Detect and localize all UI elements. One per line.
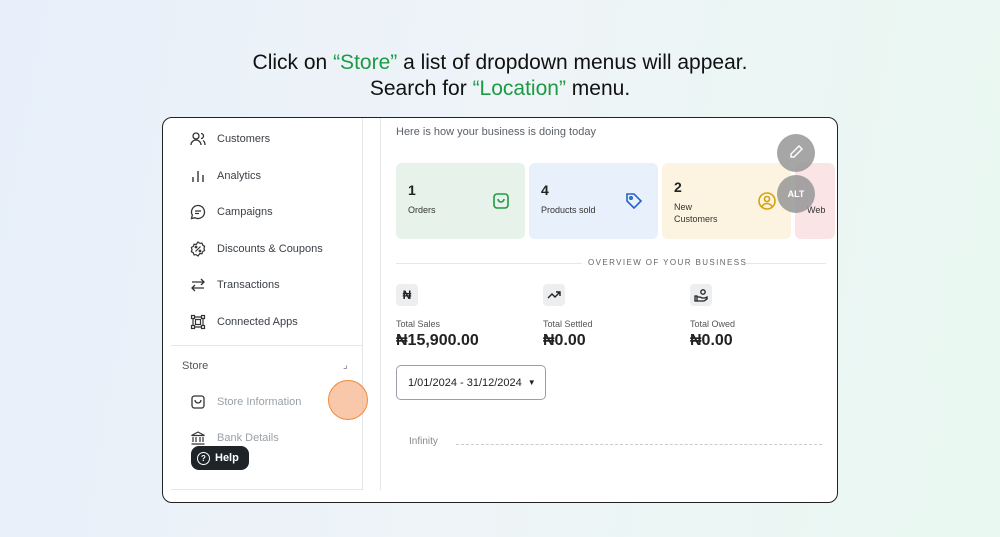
trend-up-icon: [543, 284, 565, 306]
caret-down-icon: ▼: [527, 378, 536, 387]
total-settled-stat: Total Settled ₦0.00: [543, 284, 593, 350]
total-sales-stat: ₦ Total Sales ₦15,900.00: [396, 284, 479, 350]
sidebar-item-label: Transactions: [217, 279, 280, 291]
stat-card-orders[interactable]: 1 Orders: [396, 163, 525, 239]
apps-icon: [189, 313, 207, 331]
sidebar-item-label: Campaigns: [217, 206, 273, 218]
naira-icon: ₦: [396, 284, 418, 306]
store-menu-toggle[interactable]: Store: [182, 360, 208, 372]
bar-chart-icon: [189, 167, 207, 185]
sidebar-item-label: Analytics: [217, 170, 262, 182]
discount-icon: [189, 240, 207, 258]
hand-coins-icon: [690, 284, 712, 306]
sidebar-item-connected-apps[interactable]: Connected Apps: [189, 313, 298, 331]
stat-card-new-customers[interactable]: 2 New Customers: [662, 163, 791, 239]
screenshot-frame: Customers Analytics Campaigns Discounts …: [162, 117, 838, 503]
user-circle-icon: [757, 191, 777, 211]
tag-icon: [624, 191, 644, 211]
content-divider: [380, 118, 381, 490]
chart-axis-label: Infinity: [409, 436, 438, 447]
help-button[interactable]: ? Help: [191, 446, 249, 470]
sidebar-item-transactions[interactable]: Transactions: [189, 276, 280, 294]
sidebar-divider: [171, 345, 363, 346]
stat-card-products-sold[interactable]: 4 Products sold: [529, 163, 658, 239]
total-owed-stat: Total Owed ₦0.00: [690, 284, 735, 350]
dashboard-main: Here is how your business is doing today…: [396, 118, 835, 502]
sidebar-item-label: Customers: [217, 133, 271, 145]
question-icon: ?: [197, 451, 210, 465]
users-icon: [189, 130, 207, 148]
instruction-text: Click on “Store” a list of dropdown menu…: [0, 50, 1000, 102]
message-icon: [189, 203, 207, 221]
page-subtitle: Here is how your business is doing today: [396, 126, 596, 138]
sidebar-item-label: Discounts & Coupons: [217, 243, 323, 255]
store-bag-icon: [189, 393, 207, 411]
collapse-caret-icon[interactable]: ⌟: [343, 360, 348, 371]
instruction-line-1: Click on “Store” a list of dropdown menu…: [252, 51, 748, 74]
shopping-bag-icon: [491, 191, 511, 211]
sidebar-item-store-information[interactable]: Store Information: [189, 393, 301, 411]
sidebar-item-campaigns[interactable]: Campaigns: [189, 203, 273, 221]
instruction-line-2: Search for “Location” menu.: [369, 77, 631, 100]
sidebar-item-bank-details[interactable]: Bank Details: [189, 429, 279, 447]
click-indicator: [328, 380, 368, 420]
sidebar-item-label: Bank Details: [217, 432, 279, 444]
chart-gridline: [456, 444, 822, 445]
edit-fab-button[interactable]: [777, 134, 815, 172]
sidebar-item-analytics[interactable]: Analytics: [189, 167, 261, 185]
sidebar-item-customers[interactable]: Customers: [189, 130, 270, 148]
alt-fab-button[interactable]: ALT: [777, 175, 815, 213]
sidebar-item-label: Store Information: [217, 396, 302, 408]
date-range-dropdown[interactable]: 1/01/2024 - 31/12/2024 ▼: [396, 365, 546, 400]
transfer-arrows-icon: [189, 276, 207, 294]
sidebar-item-label: Connected Apps: [217, 316, 298, 328]
sidebar-item-discounts[interactable]: Discounts & Coupons: [189, 240, 323, 258]
bank-icon: [189, 429, 207, 447]
overview-section-header: OVERVIEW OF YOUR BUSINESS: [396, 258, 826, 270]
sidebar: Customers Analytics Campaigns Discounts …: [171, 118, 368, 490]
pencil-icon: [788, 144, 804, 162]
